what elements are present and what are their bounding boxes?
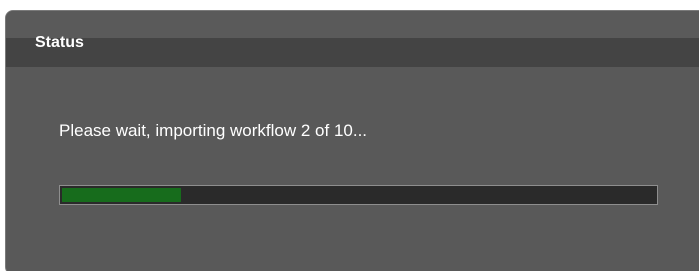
progress-bar — [59, 185, 658, 205]
dialog-title: Status — [35, 34, 84, 51]
title-bar[interactable]: Status — [6, 11, 699, 67]
progress-bar-fill — [62, 188, 181, 202]
status-message: Please wait, importing workflow 2 of 10.… — [59, 121, 368, 140]
status-dialog: Status Please wait, importing workflow 2… — [5, 10, 699, 271]
